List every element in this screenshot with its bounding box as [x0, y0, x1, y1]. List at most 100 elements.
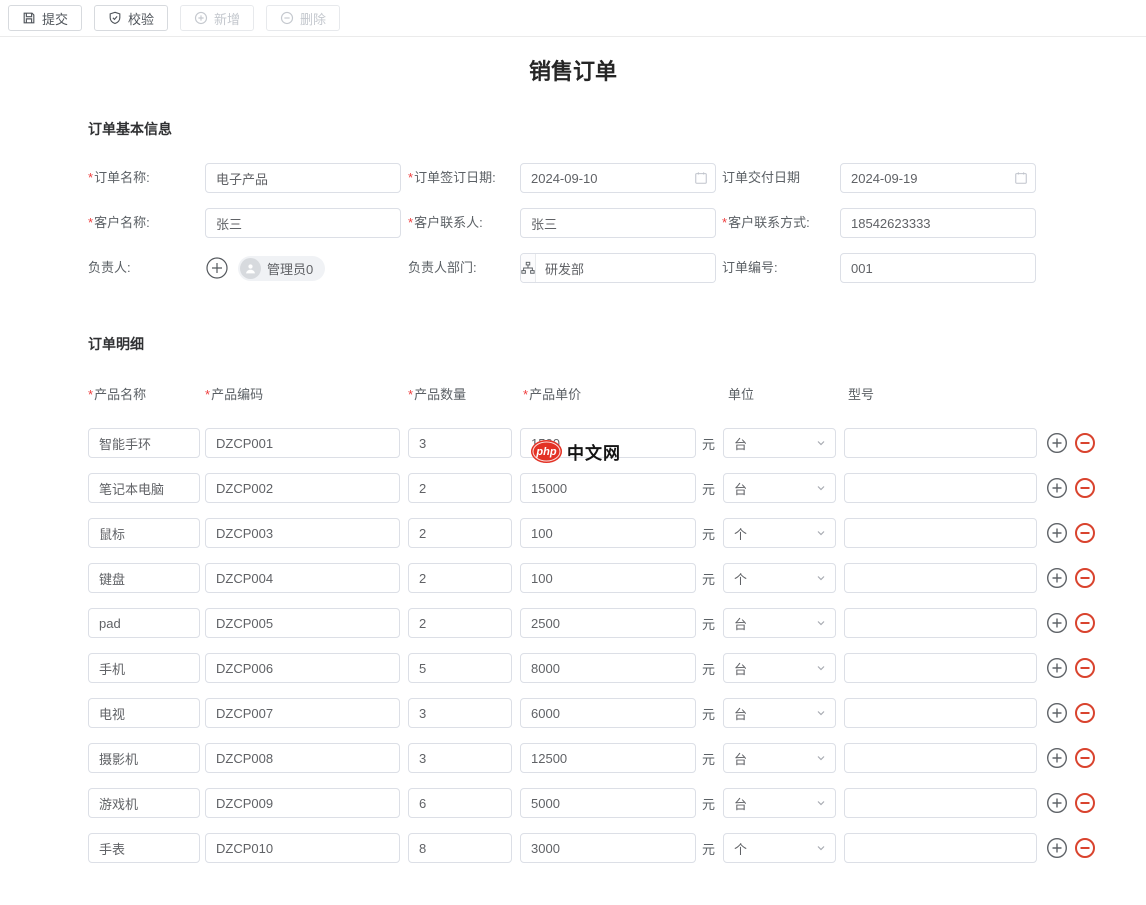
unit-select[interactable]: 台	[723, 428, 836, 458]
row-add-button[interactable]	[1046, 747, 1068, 769]
submit-button-label: 提交	[42, 9, 68, 28]
unit-select[interactable]: 台	[723, 473, 836, 503]
row-add-button[interactable]	[1046, 837, 1068, 859]
product-qty-input[interactable]	[408, 608, 512, 638]
product-qty-input[interactable]	[408, 563, 512, 593]
product-price-input[interactable]	[520, 608, 696, 638]
product-price-input[interactable]	[520, 698, 696, 728]
product-qty-input[interactable]	[408, 788, 512, 818]
product-model-input[interactable]	[844, 518, 1037, 548]
row-add-button[interactable]	[1046, 522, 1068, 544]
add-button[interactable]: 新增	[180, 5, 254, 31]
row-add-button[interactable]	[1046, 792, 1068, 814]
product-code-input[interactable]	[205, 743, 400, 773]
row-add-button[interactable]	[1046, 657, 1068, 679]
product-code-input[interactable]	[205, 833, 400, 863]
product-name-input[interactable]	[88, 563, 200, 593]
product-name-input[interactable]	[88, 428, 200, 458]
customer-phone-input[interactable]	[840, 208, 1036, 238]
row-remove-button[interactable]	[1074, 612, 1096, 634]
product-qty-input[interactable]	[408, 743, 512, 773]
product-price-input[interactable]	[520, 743, 696, 773]
product-model-input[interactable]	[844, 833, 1037, 863]
product-price-input[interactable]	[520, 428, 696, 458]
product-model-input[interactable]	[844, 563, 1037, 593]
delivery-date-input[interactable]	[840, 163, 1036, 193]
product-price-input[interactable]	[520, 518, 696, 548]
detail-column-header: *产品名称	[88, 384, 205, 403]
product-code-input[interactable]	[205, 473, 400, 503]
product-model-input[interactable]	[844, 743, 1037, 773]
validate-button[interactable]: 校验	[94, 5, 168, 31]
row-remove-button[interactable]	[1074, 702, 1096, 724]
save-icon	[22, 11, 36, 25]
product-name-input[interactable]	[88, 833, 200, 863]
row-remove-button[interactable]	[1074, 522, 1096, 544]
unit-select[interactable]: 台	[723, 653, 836, 683]
product-code-input[interactable]	[205, 428, 400, 458]
row-add-button[interactable]	[1046, 612, 1068, 634]
product-name-input[interactable]	[88, 473, 200, 503]
product-model-input[interactable]	[844, 608, 1037, 638]
unit-select[interactable]: 台	[723, 608, 836, 638]
product-code-input[interactable]	[205, 698, 400, 728]
order-no-input[interactable]	[840, 253, 1036, 283]
row-remove-button[interactable]	[1074, 567, 1096, 589]
product-name-input[interactable]	[88, 743, 200, 773]
row-remove-button[interactable]	[1074, 432, 1096, 454]
unit-select[interactable]: 台	[723, 698, 836, 728]
owner-dept-input[interactable]	[536, 254, 716, 282]
product-name-input[interactable]	[88, 653, 200, 683]
product-code-input[interactable]	[205, 788, 400, 818]
product-qty-input[interactable]	[408, 653, 512, 683]
product-qty-input[interactable]	[408, 428, 512, 458]
unit-select[interactable]: 个	[723, 833, 836, 863]
product-code-input[interactable]	[205, 518, 400, 548]
product-name-input[interactable]	[88, 788, 200, 818]
unit-select[interactable]: 台	[723, 743, 836, 773]
delete-button[interactable]: 删除	[266, 5, 340, 31]
row-remove-button[interactable]	[1074, 837, 1096, 859]
product-qty-input[interactable]	[408, 473, 512, 503]
product-qty-input[interactable]	[408, 518, 512, 548]
product-model-input[interactable]	[844, 698, 1037, 728]
product-price-input[interactable]	[520, 563, 696, 593]
detail-header-row: *产品名称 *产品编码 *产品数量 *产品单价 单位 型号	[88, 384, 1146, 403]
row-remove-button[interactable]	[1074, 657, 1096, 679]
sign-date-input[interactable]	[520, 163, 716, 193]
product-qty-input[interactable]	[408, 833, 512, 863]
order-name-input[interactable]	[205, 163, 401, 193]
product-model-input[interactable]	[844, 473, 1037, 503]
product-code-input[interactable]	[205, 608, 400, 638]
product-price-input[interactable]	[520, 473, 696, 503]
product-name-input[interactable]	[88, 608, 200, 638]
product-qty-input[interactable]	[408, 698, 512, 728]
row-add-button[interactable]	[1046, 702, 1068, 724]
unit-select[interactable]: 台	[723, 788, 836, 818]
row-add-button[interactable]	[1046, 432, 1068, 454]
customer-name-input[interactable]	[205, 208, 401, 238]
product-price-input[interactable]	[520, 788, 696, 818]
row-remove-button[interactable]	[1074, 792, 1096, 814]
product-price-input[interactable]	[520, 653, 696, 683]
product-model-input[interactable]	[844, 788, 1037, 818]
customer-contact-input[interactable]	[520, 208, 716, 238]
product-price-input[interactable]	[520, 833, 696, 863]
row-add-button[interactable]	[1046, 477, 1068, 499]
product-code-input[interactable]	[205, 563, 400, 593]
product-model-input[interactable]	[844, 428, 1037, 458]
plus-circle-icon	[1046, 567, 1068, 589]
unit-select[interactable]: 个	[723, 518, 836, 548]
product-name-input[interactable]	[88, 518, 200, 548]
row-remove-button[interactable]	[1074, 747, 1096, 769]
org-tree-icon[interactable]	[521, 254, 536, 282]
product-model-input[interactable]	[844, 653, 1037, 683]
owner-member-tag[interactable]: 管理员0	[238, 256, 325, 281]
product-name-input[interactable]	[88, 698, 200, 728]
submit-button[interactable]: 提交	[8, 5, 82, 31]
product-code-input[interactable]	[205, 653, 400, 683]
row-remove-button[interactable]	[1074, 477, 1096, 499]
unit-select[interactable]: 个	[723, 563, 836, 593]
add-member-button[interactable]	[205, 256, 229, 280]
row-add-button[interactable]	[1046, 567, 1068, 589]
